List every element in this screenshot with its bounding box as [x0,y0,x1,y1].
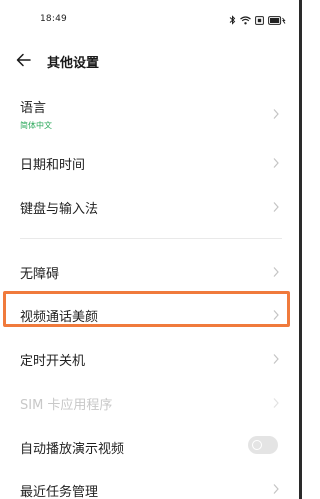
arrow-left-icon[interactable] [14,51,34,69]
sim-icon [255,15,264,25]
item-label: 语言 [20,101,47,116]
item-label: SIM 卡应用程序 [20,398,113,413]
chevron-right-icon [273,398,279,408]
item-label: 定时开关机 [20,354,86,369]
chevron-right-icon [273,354,279,364]
highlight-annotation-box [3,291,290,327]
screen-edge [299,0,302,499]
settings-item-scheduled-power[interactable]: 定时开关机 [0,343,302,373]
settings-item-sim-toolkit: SIM 卡应用程序 [0,387,302,417]
item-label: 最近任务管理 [20,485,99,499]
autoplay-toggle[interactable] [248,436,278,454]
chevron-right-icon [273,484,279,494]
settings-item-date-time[interactable]: 日期和时间 [0,147,302,177]
item-sublabel: 简体中文 [20,121,52,130]
settings-item-language[interactable]: 语言 简体中文 [0,92,302,136]
item-label: 键盘与输入法 [20,202,99,217]
item-label: 自动播放演示视频 [20,442,125,457]
chevron-right-icon [273,267,279,277]
section-divider [20,238,282,239]
chevron-right-icon [273,109,279,119]
settings-item-keyboard[interactable]: 键盘与输入法 [0,191,302,221]
chevron-right-icon [273,202,279,212]
status-bar: 18:49 [0,0,302,40]
item-label: 无障碍 [20,267,60,282]
page-title: 其他设置 [47,56,100,71]
chevron-right-icon [273,158,279,168]
bluetooth-icon [229,15,236,25]
status-time: 18:49 [40,14,67,24]
status-icons [229,15,286,25]
toggle-knob [252,440,262,450]
header: 其他设置 [0,42,302,78]
wifi-icon [240,15,251,25]
battery-icon [268,15,286,25]
settings-item-recent-tasks[interactable]: 最近任务管理 [0,475,302,499]
settings-item-accessibility[interactable]: 无障碍 [0,256,302,286]
item-label: 日期和时间 [20,158,86,173]
